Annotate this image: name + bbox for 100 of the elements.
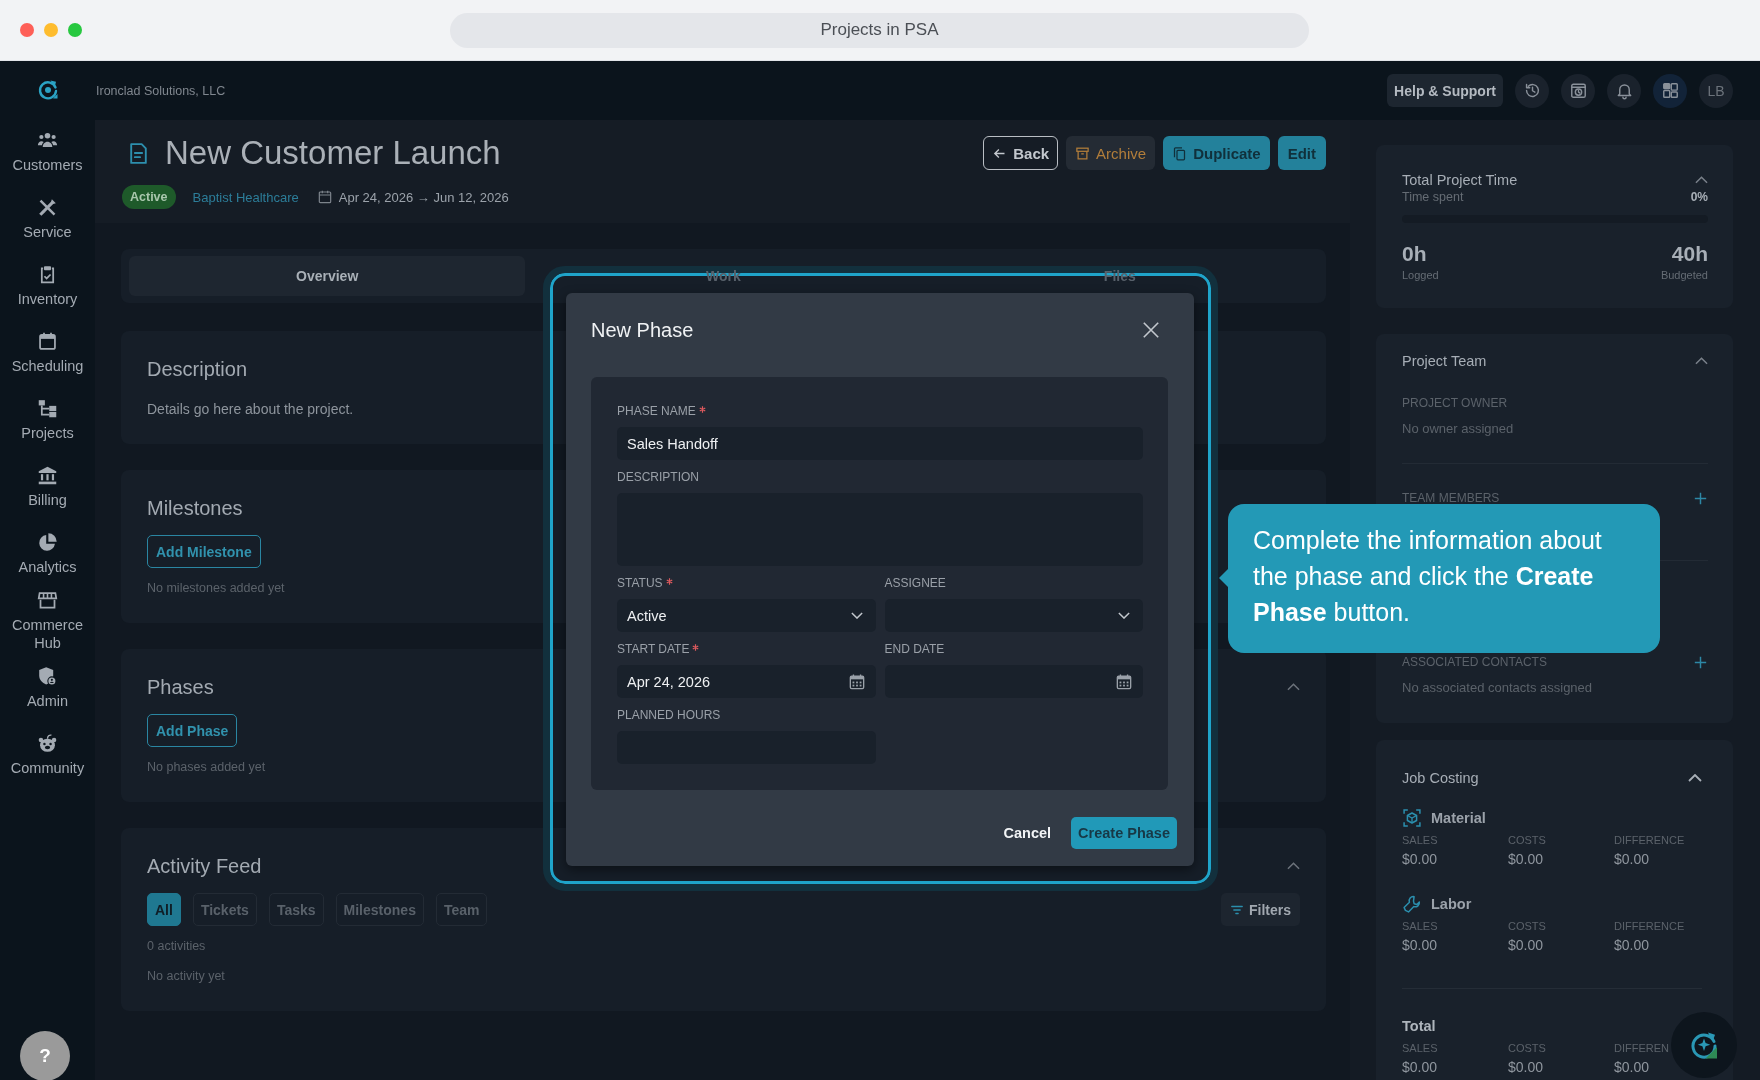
plus-icon[interactable]	[1694, 491, 1707, 505]
date-field[interactable]: Apr 24, 2026	[617, 665, 876, 698]
calendar-clock-icon	[1568, 81, 1588, 100]
cube-icon	[1402, 808, 1422, 828]
sidebar-item[interactable]: Billing	[0, 453, 95, 520]
layout-button[interactable]	[1653, 73, 1687, 108]
storefront-icon	[37, 589, 58, 611]
empty-message: No milestones added yet	[147, 580, 285, 596]
empty-message: No phases added yet	[147, 759, 266, 775]
dropdown-field[interactable]: Active	[617, 599, 876, 632]
calendar-icon	[1116, 673, 1132, 690]
dropdown-field[interactable]	[884, 599, 1143, 632]
description-text: Details go here about the project.	[147, 400, 354, 418]
create-button[interactable]: Create Phase	[1071, 817, 1177, 849]
sidebar-item[interactable]: Analytics	[0, 520, 95, 587]
cost-group-name: Labor	[1431, 896, 1472, 912]
animal-face-icon	[37, 732, 58, 754]
amount: $0.00	[1508, 850, 1545, 868]
amount: $0.00	[1614, 1058, 1651, 1076]
sidebar-item[interactable]: Projects	[0, 386, 95, 453]
calendar-icon	[848, 673, 865, 690]
logged-label: Logged	[1402, 268, 1439, 282]
add-phase-button[interactable]: Add Phase	[147, 714, 238, 747]
sidebar-item[interactable]: Scheduling	[0, 319, 95, 386]
field-label: PLANNED HOURS	[617, 708, 721, 722]
notifications-button[interactable]	[1607, 73, 1641, 108]
amount: $0.00	[1402, 936, 1439, 954]
card-title: Milestones	[147, 496, 243, 521]
column-label: SALES	[1402, 1042, 1439, 1055]
field-label: ASSIGNEE	[884, 576, 946, 590]
field-label: START DATE	[617, 642, 690, 656]
wrench-icon	[1402, 894, 1422, 914]
chevron-down-icon	[1118, 612, 1130, 619]
budgeted-label: Budgeted	[1660, 268, 1708, 282]
pie-chart-icon	[37, 531, 58, 553]
section-text: No owner assigned	[1402, 421, 1515, 437]
bank-icon	[37, 464, 58, 486]
sidebar-item[interactable]: Admin	[0, 654, 95, 721]
amount: $0.00	[1508, 936, 1545, 954]
empty-message: No activity yet	[147, 968, 225, 984]
plus-icon[interactable]	[1694, 655, 1707, 669]
column-label: DIFFERENCE	[1614, 834, 1686, 847]
text-field[interactable]: Sales Handoff	[617, 427, 1143, 460]
section-label: PROJECT OWNER	[1402, 396, 1508, 410]
card-title: Activity Feed	[147, 854, 262, 879]
filters-button[interactable]: Filters	[1221, 893, 1300, 926]
archive-box-icon	[1075, 145, 1091, 161]
chevron-icon[interactable]	[1695, 176, 1708, 184]
sidebar-item[interactable]: Community	[0, 721, 95, 788]
column-label: COSTS	[1508, 920, 1547, 933]
column-label: DIFFERENCE	[1614, 920, 1686, 933]
chevron-icon[interactable]	[1695, 357, 1708, 365]
sidebar-item[interactable]: Commerce Hub	[0, 587, 95, 654]
amount: $0.00	[1402, 1058, 1439, 1076]
date-range: Apr 24, 2026 → Jun 12, 2026	[338, 189, 509, 205]
add-milestone-button[interactable]: Add Milestone	[147, 535, 261, 568]
history-button[interactable]	[1515, 73, 1549, 108]
clock-button[interactable]	[1561, 73, 1595, 108]
cost-group-name: Material	[1431, 810, 1486, 826]
company-name: Ironclad Solutions, LLC	[96, 83, 226, 98]
copy-icon	[1172, 145, 1188, 161]
sidebar-item[interactable]: Service	[0, 185, 95, 252]
calendar-icon	[316, 189, 333, 205]
card-title: Phases	[147, 675, 214, 700]
window-close-button[interactable]	[20, 23, 34, 37]
help-support-button[interactable]: Help & Support	[1387, 74, 1503, 107]
tooltip: Complete the information about the phase and click the Create Phase button.	[1228, 504, 1660, 653]
section-label: TEAM MEMBERS	[1402, 491, 1500, 505]
card-title: Project Team	[1402, 353, 1487, 369]
sidebar-item[interactable]: Customers	[0, 118, 95, 185]
field-label: END DATE	[884, 642, 945, 656]
section-label: ASSOCIATED CONTACTS	[1402, 655, 1547, 669]
field-label: STATUS	[617, 576, 663, 590]
amount: $0.00	[1614, 850, 1651, 868]
field-label: PHASE NAME	[617, 404, 696, 418]
column-label: DIFFEREN	[1614, 1042, 1670, 1055]
chevron-icon[interactable]	[1287, 862, 1300, 870]
chevron-icon[interactable]	[1688, 774, 1702, 782]
back-button[interactable]: Back	[983, 136, 1059, 170]
date-field[interactable]	[884, 665, 1143, 698]
tab[interactable]: Overview	[129, 256, 526, 296]
customer-link[interactable]: Baptist Healthcare	[192, 189, 299, 205]
chevron-down-icon	[850, 612, 863, 619]
archive-button[interactable]: Archive	[1066, 136, 1156, 170]
column-label: SALES	[1402, 920, 1439, 933]
amount: $0.00	[1402, 850, 1439, 868]
activity-count: 0 activities	[147, 938, 206, 954]
address-bar[interactable]: Projects in PSA	[450, 12, 1309, 48]
column-label: COSTS	[1508, 1042, 1547, 1055]
card-title: Job Costing	[1402, 770, 1479, 786]
column-label: COSTS	[1508, 834, 1547, 847]
sidebar-item[interactable]: Inventory	[0, 252, 95, 319]
budgeted-hours: 40h	[1670, 241, 1708, 267]
close-icon[interactable]	[1142, 321, 1160, 339]
cancel-button[interactable]: Cancel	[1003, 817, 1052, 849]
card-title: Total Project Time	[1402, 172, 1518, 188]
status-badge: Active	[122, 185, 176, 209]
filter-chip[interactable]: All	[147, 893, 181, 926]
chevron-icon[interactable]	[1287, 683, 1300, 691]
card-subtitle: Time spent	[1402, 190, 1464, 204]
